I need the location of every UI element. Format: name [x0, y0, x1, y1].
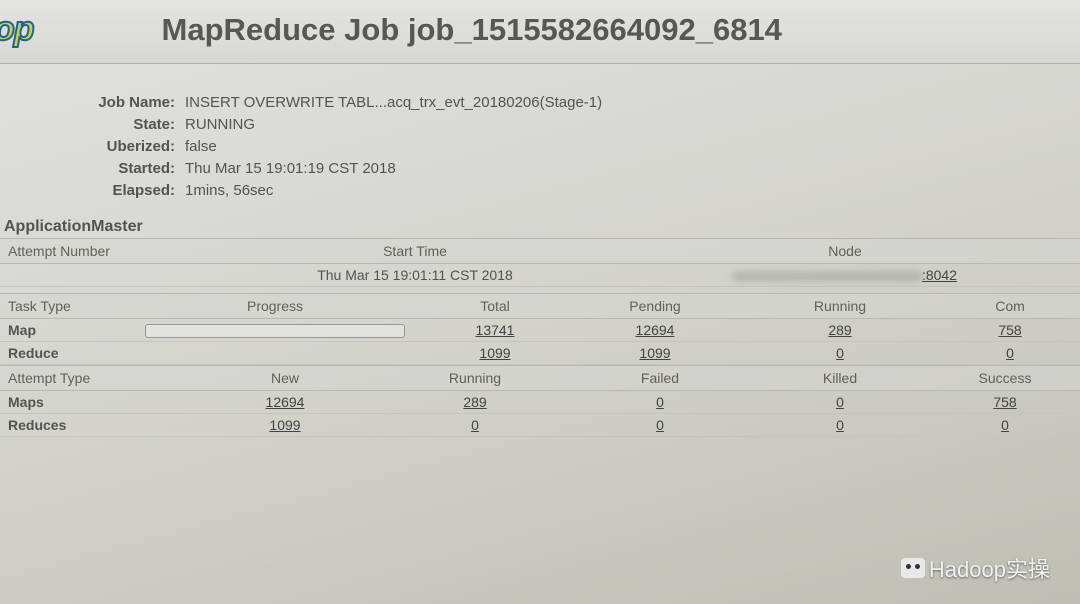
- cell-reduce-complete[interactable]: 0: [940, 342, 1080, 365]
- cell-maps-running[interactable]: 289: [380, 391, 570, 414]
- cell-map-complete[interactable]: 758: [940, 319, 1080, 342]
- watermark: Hadoop实操: [901, 552, 1050, 584]
- cell-map-total[interactable]: 13741: [420, 319, 570, 342]
- col-attempt-type: Attempt Type: [0, 366, 190, 391]
- cell-reduces-killed[interactable]: 0: [750, 414, 930, 437]
- value-uberized: false: [185, 136, 217, 158]
- appmaster-heading: ApplicationMaster: [0, 212, 1080, 238]
- attempt-row-reduces: Reduces 1099 0 0 0 0: [0, 414, 1080, 437]
- cell-reduce-running[interactable]: 0: [740, 342, 940, 365]
- page-title: MapReduce Job job_1515582664092_6814: [162, 12, 782, 48]
- label-job-name: Job Name:: [0, 92, 185, 114]
- cell-attempt: [0, 264, 220, 287]
- label-started: Started:: [0, 158, 185, 180]
- col-progress: Progress: [130, 294, 420, 319]
- cell-map-progress: [130, 319, 420, 342]
- cell-start-time: Thu Mar 15 19:01:11 CST 2018: [220, 264, 610, 287]
- task-row-reduce: Reduce 1099 1099 0 0: [0, 342, 1080, 365]
- cell-reduce-progress: [130, 342, 420, 365]
- cell-maps-new[interactable]: 12694: [190, 391, 380, 414]
- cell-map-pending[interactable]: 12694: [570, 319, 740, 342]
- cell-maps-killed[interactable]: 0: [750, 391, 930, 414]
- cell-maps-label: Maps: [0, 391, 190, 414]
- label-state: State:: [0, 114, 185, 136]
- col-task-type: Task Type: [0, 294, 130, 319]
- job-info-block: Job Name: INSERT OVERWRITE TABL...acq_tr…: [0, 64, 1080, 212]
- col-success: Success: [930, 366, 1080, 391]
- page-header: op MapReduce Job job_1515582664092_6814: [0, 0, 1080, 64]
- wechat-icon: [901, 558, 925, 578]
- value-job-name: INSERT OVERWRITE TABL...acq_trx_evt_2018…: [185, 92, 602, 114]
- col-new: New: [190, 366, 380, 391]
- appmaster-row: Thu Mar 15 19:01:11 CST 2018 xxxxxxxxxxx…: [0, 264, 1080, 287]
- value-elapsed: 1mins, 56sec: [185, 180, 273, 202]
- attempt-table: Attempt Type New Running Failed Killed S…: [0, 365, 1080, 437]
- col-running2: Running: [380, 366, 570, 391]
- cell-map-label: Map: [0, 319, 130, 342]
- cell-reduces-success[interactable]: 0: [930, 414, 1080, 437]
- task-table: Task Type Progress Total Pending Running…: [0, 293, 1080, 365]
- cell-reduces-running[interactable]: 0: [380, 414, 570, 437]
- col-complete: Com: [940, 294, 1080, 319]
- label-uberized: Uberized:: [0, 136, 185, 158]
- cell-reduces-failed[interactable]: 0: [570, 414, 750, 437]
- cell-node[interactable]: xxxxxxxxxxxxxxxxxxxxxxxxxxx:8042: [610, 264, 1080, 287]
- col-running: Running: [740, 294, 940, 319]
- logo-fragment: op: [0, 10, 42, 49]
- col-start-time: Start Time: [220, 239, 610, 264]
- cell-reduce-total[interactable]: 1099: [420, 342, 570, 365]
- cell-maps-failed[interactable]: 0: [570, 391, 750, 414]
- cell-reduce-label: Reduce: [0, 342, 130, 365]
- cell-reduces-label: Reduces: [0, 414, 190, 437]
- value-state: RUNNING: [185, 114, 255, 136]
- cell-reduce-pending[interactable]: 1099: [570, 342, 740, 365]
- col-failed: Failed: [570, 366, 750, 391]
- task-row-map: Map 13741 12694 289 758: [0, 319, 1080, 342]
- col-total: Total: [420, 294, 570, 319]
- attempt-row-maps: Maps 12694 289 0 0 758: [0, 391, 1080, 414]
- col-killed: Killed: [750, 366, 930, 391]
- cell-map-running[interactable]: 289: [740, 319, 940, 342]
- label-elapsed: Elapsed:: [0, 180, 185, 202]
- col-pending: Pending: [570, 294, 740, 319]
- appmaster-table: Attempt Number Start Time Node Thu Mar 1…: [0, 238, 1080, 287]
- value-started: Thu Mar 15 19:01:19 CST 2018: [185, 158, 396, 180]
- cell-maps-success[interactable]: 758: [930, 391, 1080, 414]
- cell-reduces-new[interactable]: 1099: [190, 414, 380, 437]
- map-progress-bar: [145, 324, 405, 338]
- col-node: Node: [610, 239, 1080, 264]
- col-attempt-number: Attempt Number: [0, 239, 220, 264]
